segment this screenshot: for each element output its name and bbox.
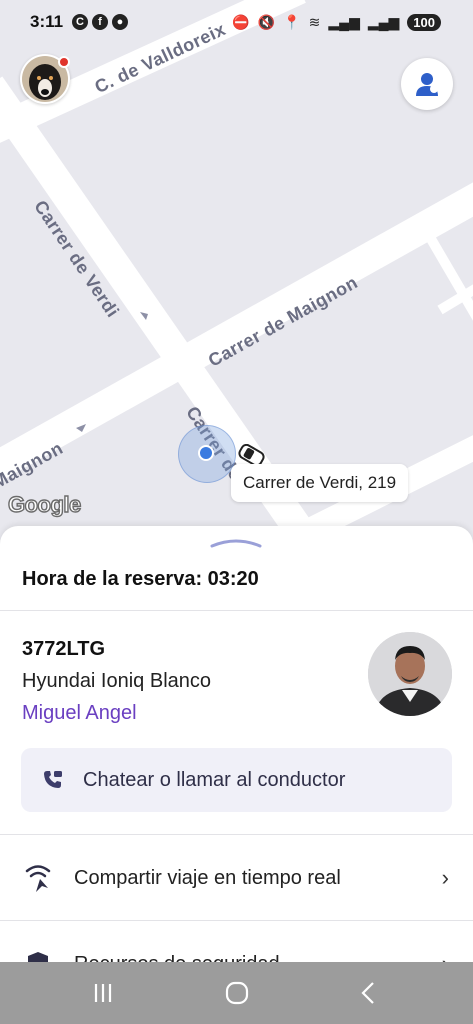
signal-icon: ▂▄▆ (328, 13, 360, 30)
location-icon: 📍 (283, 13, 301, 30)
notification-dot (58, 56, 70, 68)
vehicle-model: Hyundai Ioniq Blanco (22, 670, 212, 692)
battery-indicator: 100 (407, 13, 441, 31)
signal-2-icon: ▂▄▆ (367, 13, 400, 30)
divider (0, 610, 473, 611)
driver-photo[interactable] (368, 632, 452, 716)
user-avatar-button[interactable] (20, 54, 70, 104)
google-logo: Google (7, 491, 82, 517)
user-icon (416, 73, 438, 96)
divider (0, 920, 473, 921)
chevron-right-icon: › (441, 865, 449, 890)
vehicle-plate: 3772LTG (22, 638, 105, 660)
status-icons: ⛔ 🔇 📍 ≋ ▂▄▆ ▂▄▆ 100 (232, 12, 441, 32)
pickup-address-chip[interactable]: Carrer de Verdi, 219 (231, 464, 409, 502)
pickup-address-text: Carrer de Verdi, 219 (243, 473, 397, 492)
share-trip-row[interactable]: Compartir viaje en tiempo real › (0, 836, 473, 920)
chat-or-call-driver-button[interactable]: Chatear o llamar al conductor (21, 748, 452, 812)
trip-bottom-sheet: Hora de la reserva: 03:20 3772LTG Hyunda… (0, 526, 473, 1024)
share-trip-label: Compartir viaje en tiempo real (74, 866, 341, 889)
current-location-dot (198, 445, 214, 461)
driver-profile-button[interactable] (401, 58, 453, 110)
booking-time: Hora de la reserva: 03:20 (22, 568, 259, 590)
status-bar: 3:11 C f ● ⛔ 🔇 📍 ≋ ▂▄▆ ▂▄▆ 100 (0, 0, 473, 46)
divider (0, 834, 473, 835)
system-navigation-bar (0, 962, 473, 1024)
share-live-icon (25, 865, 51, 892)
chat-button-label: Chatear o llamar al conductor (83, 768, 346, 791)
status-time: 3:11 (30, 12, 64, 31)
facebook-icon: f (92, 14, 108, 30)
do-not-disturb-icon: ⛔ (232, 13, 250, 30)
recent-apps-icon[interactable] (88, 980, 118, 1006)
phone-chat-icon (44, 771, 62, 788)
driver-name[interactable]: Miguel Angel (22, 702, 137, 725)
sheet-drag-handle[interactable] (208, 536, 264, 548)
mute-icon: 🔇 (257, 13, 276, 30)
home-icon[interactable] (222, 980, 252, 1006)
app-c-icon: C (72, 14, 88, 30)
account-icon: ● (112, 14, 128, 30)
wifi-icon: ≋ (308, 13, 321, 30)
back-icon[interactable] (354, 980, 384, 1006)
